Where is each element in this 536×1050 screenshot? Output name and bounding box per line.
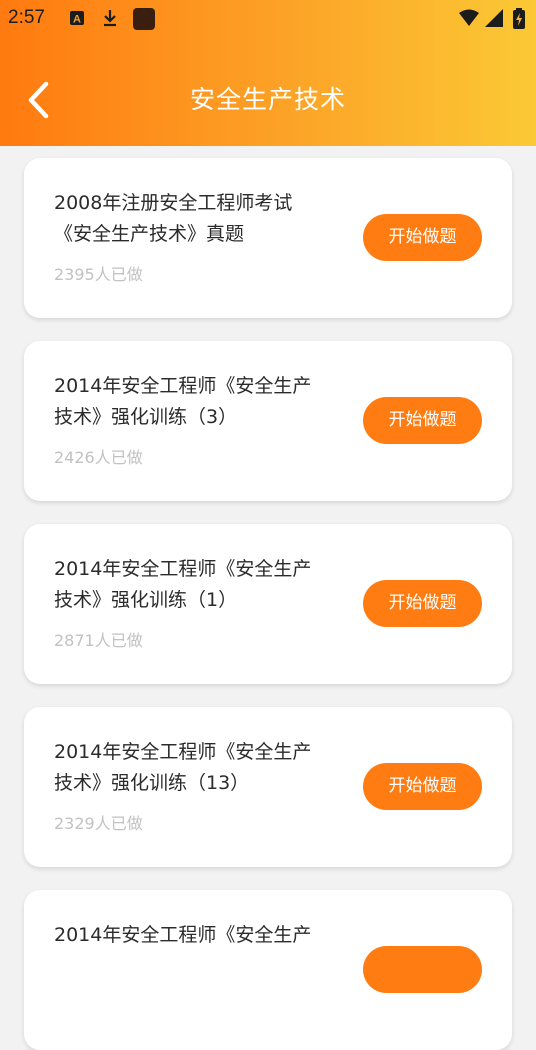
exam-title-line: 2014年安全工程师《安全生产 bbox=[54, 375, 312, 397]
exam-card: 2008年注册安全工程师考试 《安全生产技术》真题 2395人已做 开始做题 bbox=[24, 158, 512, 318]
battery-icon bbox=[512, 8, 526, 34]
exam-count: 2871人已做 bbox=[54, 631, 143, 650]
exam-title-line: 2014年安全工程师《安全生产 bbox=[54, 741, 312, 763]
download-icon bbox=[101, 8, 119, 32]
exam-title: 2014年安全工程师《安全生产 技术》强化训练（13） bbox=[54, 737, 344, 799]
exam-title: 2014年安全工程师《安全生产 技术》强化训练（1） bbox=[54, 554, 344, 616]
svg-text:A: A bbox=[73, 14, 81, 26]
exam-title-line: 技术》强化训练（13） bbox=[54, 772, 250, 794]
start-quiz-button[interactable]: 开始做题 bbox=[363, 763, 482, 810]
exam-title-line: 2014年安全工程师《安全生产 bbox=[54, 558, 312, 580]
exam-title: 2014年安全工程师《安全生产 bbox=[54, 920, 344, 951]
exam-count: 2395人已做 bbox=[54, 265, 143, 284]
start-quiz-button[interactable]: 开始做题 bbox=[363, 397, 482, 444]
status-bar: 2:57 A bbox=[0, 0, 536, 36]
start-quiz-button[interactable] bbox=[363, 946, 482, 993]
exam-title: 2014年安全工程师《安全生产 技术》强化训练（3） bbox=[54, 371, 344, 433]
wifi-icon bbox=[458, 8, 480, 32]
app-header: 2:57 A 安全生产技术 bbox=[0, 0, 536, 146]
exam-title: 2008年注册安全工程师考试 《安全生产技术》真题 bbox=[54, 188, 344, 250]
exam-title-line: 技术》强化训练（1） bbox=[54, 589, 238, 611]
app-notification-icon bbox=[132, 8, 156, 34]
exam-title-line: 2014年安全工程师《安全生产 bbox=[54, 924, 312, 946]
exam-card: 2014年安全工程师《安全生产 技术》强化训练（3） 2426人已做 开始做题 bbox=[24, 341, 512, 501]
page-title: 安全生产技术 bbox=[189, 85, 346, 114]
exam-count: 2329人已做 bbox=[54, 814, 143, 833]
a-notification-icon: A bbox=[68, 8, 86, 32]
exam-card: 2014年安全工程师《安全生产 技术》强化训练（1） 2871人已做 开始做题 bbox=[24, 524, 512, 684]
exam-card: 2014年安全工程师《安全生产 bbox=[24, 890, 512, 1050]
exam-title-line: 《安全生产技术》真题 bbox=[54, 223, 245, 245]
signal-icon bbox=[484, 8, 504, 32]
exam-count: 2426人已做 bbox=[54, 448, 143, 467]
exam-card: 2014年安全工程师《安全生产 技术》强化训练（13） 2329人已做 开始做题 bbox=[24, 707, 512, 867]
start-quiz-button[interactable]: 开始做题 bbox=[363, 580, 482, 627]
exam-title-line: 2008年注册安全工程师考试 bbox=[54, 192, 293, 214]
status-time: 2:57 bbox=[8, 7, 45, 28]
exam-title-line: 技术》强化训练（3） bbox=[54, 406, 238, 428]
start-quiz-button[interactable]: 开始做题 bbox=[363, 214, 482, 261]
